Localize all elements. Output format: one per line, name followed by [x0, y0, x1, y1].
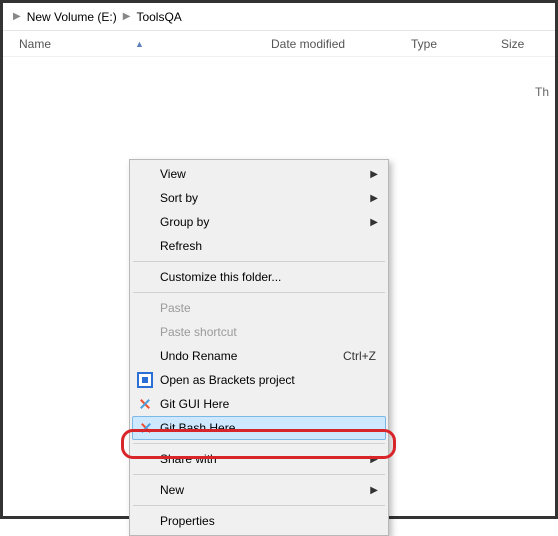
breadcrumb[interactable]: ▶ New Volume (E:) ▶ ToolsQA: [3, 3, 555, 31]
submenu-arrow-icon: ▶: [370, 217, 378, 228]
git-icon: [136, 395, 154, 413]
menu-undo-shortcut: Ctrl+Z: [343, 349, 376, 363]
column-headers: Name ▲ Date modified Type Size: [3, 31, 555, 57]
sort-ascending-icon: ▲: [135, 39, 144, 49]
menu-customize-label: Customize this folder...: [160, 270, 380, 284]
empty-folder-text: Th: [535, 85, 549, 99]
menu-git-bash-label: Git Bash Here: [160, 421, 380, 435]
menu-git-gui[interactable]: Git GUI Here: [132, 392, 386, 416]
menu-open-brackets[interactable]: Open as Brackets project: [132, 368, 386, 392]
breadcrumb-volume[interactable]: New Volume (E:): [27, 10, 117, 24]
chevron-right-icon: ▶: [123, 11, 131, 22]
menu-sortby-label: Sort by: [160, 191, 380, 205]
menu-sortby[interactable]: Sort by ▶: [132, 186, 386, 210]
brackets-icon: [136, 371, 154, 389]
menu-paste-shortcut-label: Paste shortcut: [160, 325, 380, 339]
menu-separator: [133, 505, 385, 506]
git-icon: [137, 419, 155, 437]
submenu-arrow-icon: ▶: [370, 169, 378, 180]
col-name-label: Name: [19, 37, 51, 51]
breadcrumb-folder[interactable]: ToolsQA: [136, 10, 181, 24]
menu-view-label: View: [160, 167, 380, 181]
menu-separator: [133, 443, 385, 444]
menu-groupby-label: Group by: [160, 215, 380, 229]
menu-refresh-label: Refresh: [160, 239, 380, 253]
col-name[interactable]: Name ▲: [3, 31, 263, 56]
menu-separator: [133, 261, 385, 262]
menu-customize[interactable]: Customize this folder...: [132, 265, 386, 289]
submenu-arrow-icon: ▶: [370, 485, 378, 496]
menu-git-gui-label: Git GUI Here: [160, 397, 380, 411]
col-date[interactable]: Date modified: [263, 31, 403, 56]
menu-share-label: Share with: [160, 452, 380, 466]
menu-git-bash[interactable]: Git Bash Here: [132, 416, 386, 440]
menu-properties[interactable]: Properties: [132, 509, 386, 533]
menu-share-with[interactable]: Share with ▶: [132, 447, 386, 471]
menu-separator: [133, 292, 385, 293]
menu-paste: Paste: [132, 296, 386, 320]
menu-separator: [133, 474, 385, 475]
chevron-right-icon: ▶: [13, 11, 21, 22]
menu-paste-shortcut: Paste shortcut: [132, 320, 386, 344]
menu-view[interactable]: View ▶: [132, 162, 386, 186]
submenu-arrow-icon: ▶: [370, 454, 378, 465]
col-type[interactable]: Type: [403, 31, 493, 56]
menu-refresh[interactable]: Refresh: [132, 234, 386, 258]
menu-new[interactable]: New ▶: [132, 478, 386, 502]
menu-properties-label: Properties: [160, 514, 380, 528]
col-size[interactable]: Size: [493, 31, 555, 56]
menu-new-label: New: [160, 483, 380, 497]
menu-groupby[interactable]: Group by ▶: [132, 210, 386, 234]
menu-undo-rename[interactable]: Undo Rename Ctrl+Z: [132, 344, 386, 368]
context-menu: View ▶ Sort by ▶ Group by ▶ Refresh Cust…: [129, 159, 389, 536]
menu-open-brackets-label: Open as Brackets project: [160, 373, 380, 387]
menu-paste-label: Paste: [160, 301, 380, 315]
menu-undo-label: Undo Rename: [160, 349, 343, 363]
file-area[interactable]: Th View ▶ Sort by ▶ Group by ▶ Refresh C…: [3, 57, 555, 516]
submenu-arrow-icon: ▶: [370, 193, 378, 204]
